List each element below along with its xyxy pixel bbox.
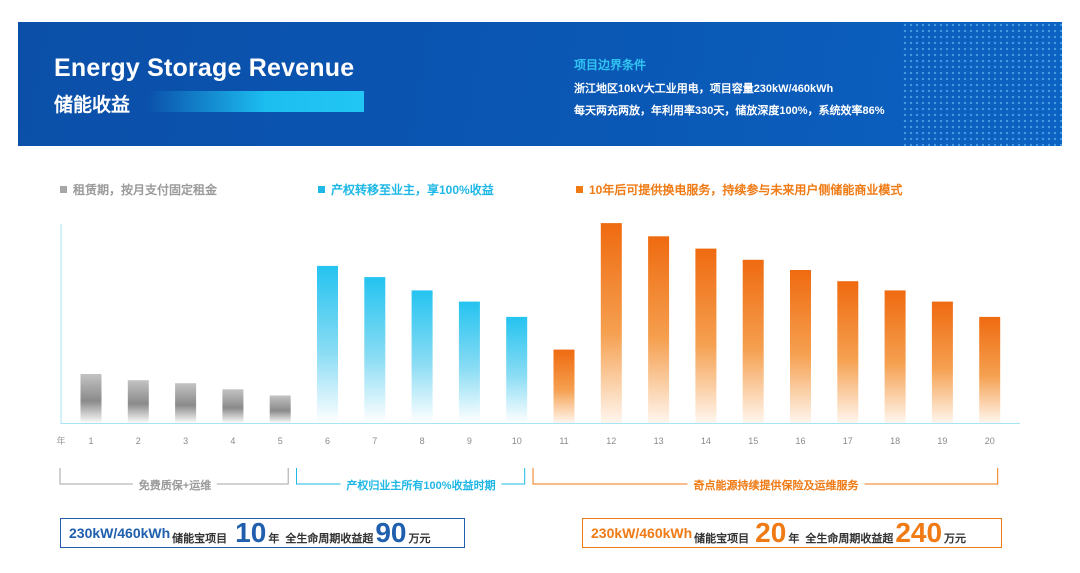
bar-year-5: [269, 395, 291, 423]
summary-text: 全生命周期收益超: [805, 533, 894, 545]
summary-capacity: 230kW/460kWh: [69, 525, 171, 541]
summary-box-20-year: 230kW/460kWh 储能宝项目 20 年 全生命周期收益超 240 万元: [582, 518, 1002, 548]
summary-years-value: 20: [755, 517, 787, 548]
x-tick-label: 1: [88, 436, 93, 446]
summary-product: 储能宝项目: [694, 533, 750, 545]
x-tick-label: 18: [890, 436, 900, 446]
x-axis-label: 年: [56, 435, 65, 446]
x-tick-label: 20: [985, 436, 995, 446]
bar-year-10: [506, 316, 528, 423]
summary-years-unit: 年: [268, 533, 280, 545]
bar-year-8: [411, 290, 433, 423]
summary-years-value: 10: [235, 517, 267, 548]
x-tick-label: 5: [278, 436, 283, 446]
x-tick-label: 16: [795, 436, 805, 446]
phase-label-ownership: 产权归业主所有100%收益时期: [340, 477, 502, 493]
bar-year-1: [80, 374, 102, 423]
x-tick-label: 4: [230, 436, 235, 446]
bar-year-7: [364, 277, 386, 423]
summary-box-10-year: 230kW/460kWh 储能宝项目 10 年 全生命周期收益超 90 万元: [60, 518, 465, 548]
bar-year-6: [317, 265, 338, 423]
summary-capacity: 230kW/460kWh: [591, 525, 693, 541]
x-tick-label: 2: [136, 436, 141, 446]
summary-amount-value: 240: [895, 517, 943, 548]
bar-year-19: [931, 301, 953, 423]
x-tick-label: 17: [843, 436, 853, 446]
bar-year-17: [837, 281, 859, 423]
bar-year-4: [222, 389, 244, 423]
summary-amount-unit: 万元: [408, 533, 431, 545]
x-tick-label: 12: [606, 436, 616, 446]
summary-amount-unit: 万元: [944, 533, 967, 545]
x-tick-label: 19: [937, 436, 947, 446]
summary-product: 储能宝项目: [172, 533, 228, 545]
x-tick-label: 7: [372, 436, 377, 446]
phase-label-service: 奇点能源持续提供保险及运维服务: [687, 477, 865, 493]
x-tick-label: 8: [420, 436, 425, 446]
bar-year-14: [695, 248, 717, 423]
phase-label-warranty: 免费质保+运维: [132, 477, 218, 493]
bar-year-11: [553, 349, 575, 423]
x-tick-label: 10: [512, 436, 522, 446]
bar-year-15: [742, 259, 764, 423]
x-tick-label: 13: [654, 436, 664, 446]
bar-year-2: [127, 380, 149, 423]
summary-text: 全生命周期收益超: [285, 533, 374, 545]
bar-year-12: [600, 223, 622, 423]
bar-year-3: [175, 383, 197, 423]
summary-years-unit: 年: [788, 533, 800, 545]
bar-year-9: [458, 301, 480, 423]
bar-year-13: [648, 236, 670, 423]
x-tick-label: 3: [183, 436, 188, 446]
x-tick-label: 14: [701, 436, 711, 446]
bar-year-16: [790, 270, 811, 423]
summary-amount-value: 90: [375, 517, 407, 548]
x-tick-label: 9: [467, 436, 472, 446]
x-tick-label: 15: [748, 436, 758, 446]
bar-year-20: [979, 316, 1001, 423]
x-tick-label: 6: [325, 436, 330, 446]
bar-year-18: [884, 290, 906, 423]
x-tick-label: 11: [559, 436, 568, 446]
